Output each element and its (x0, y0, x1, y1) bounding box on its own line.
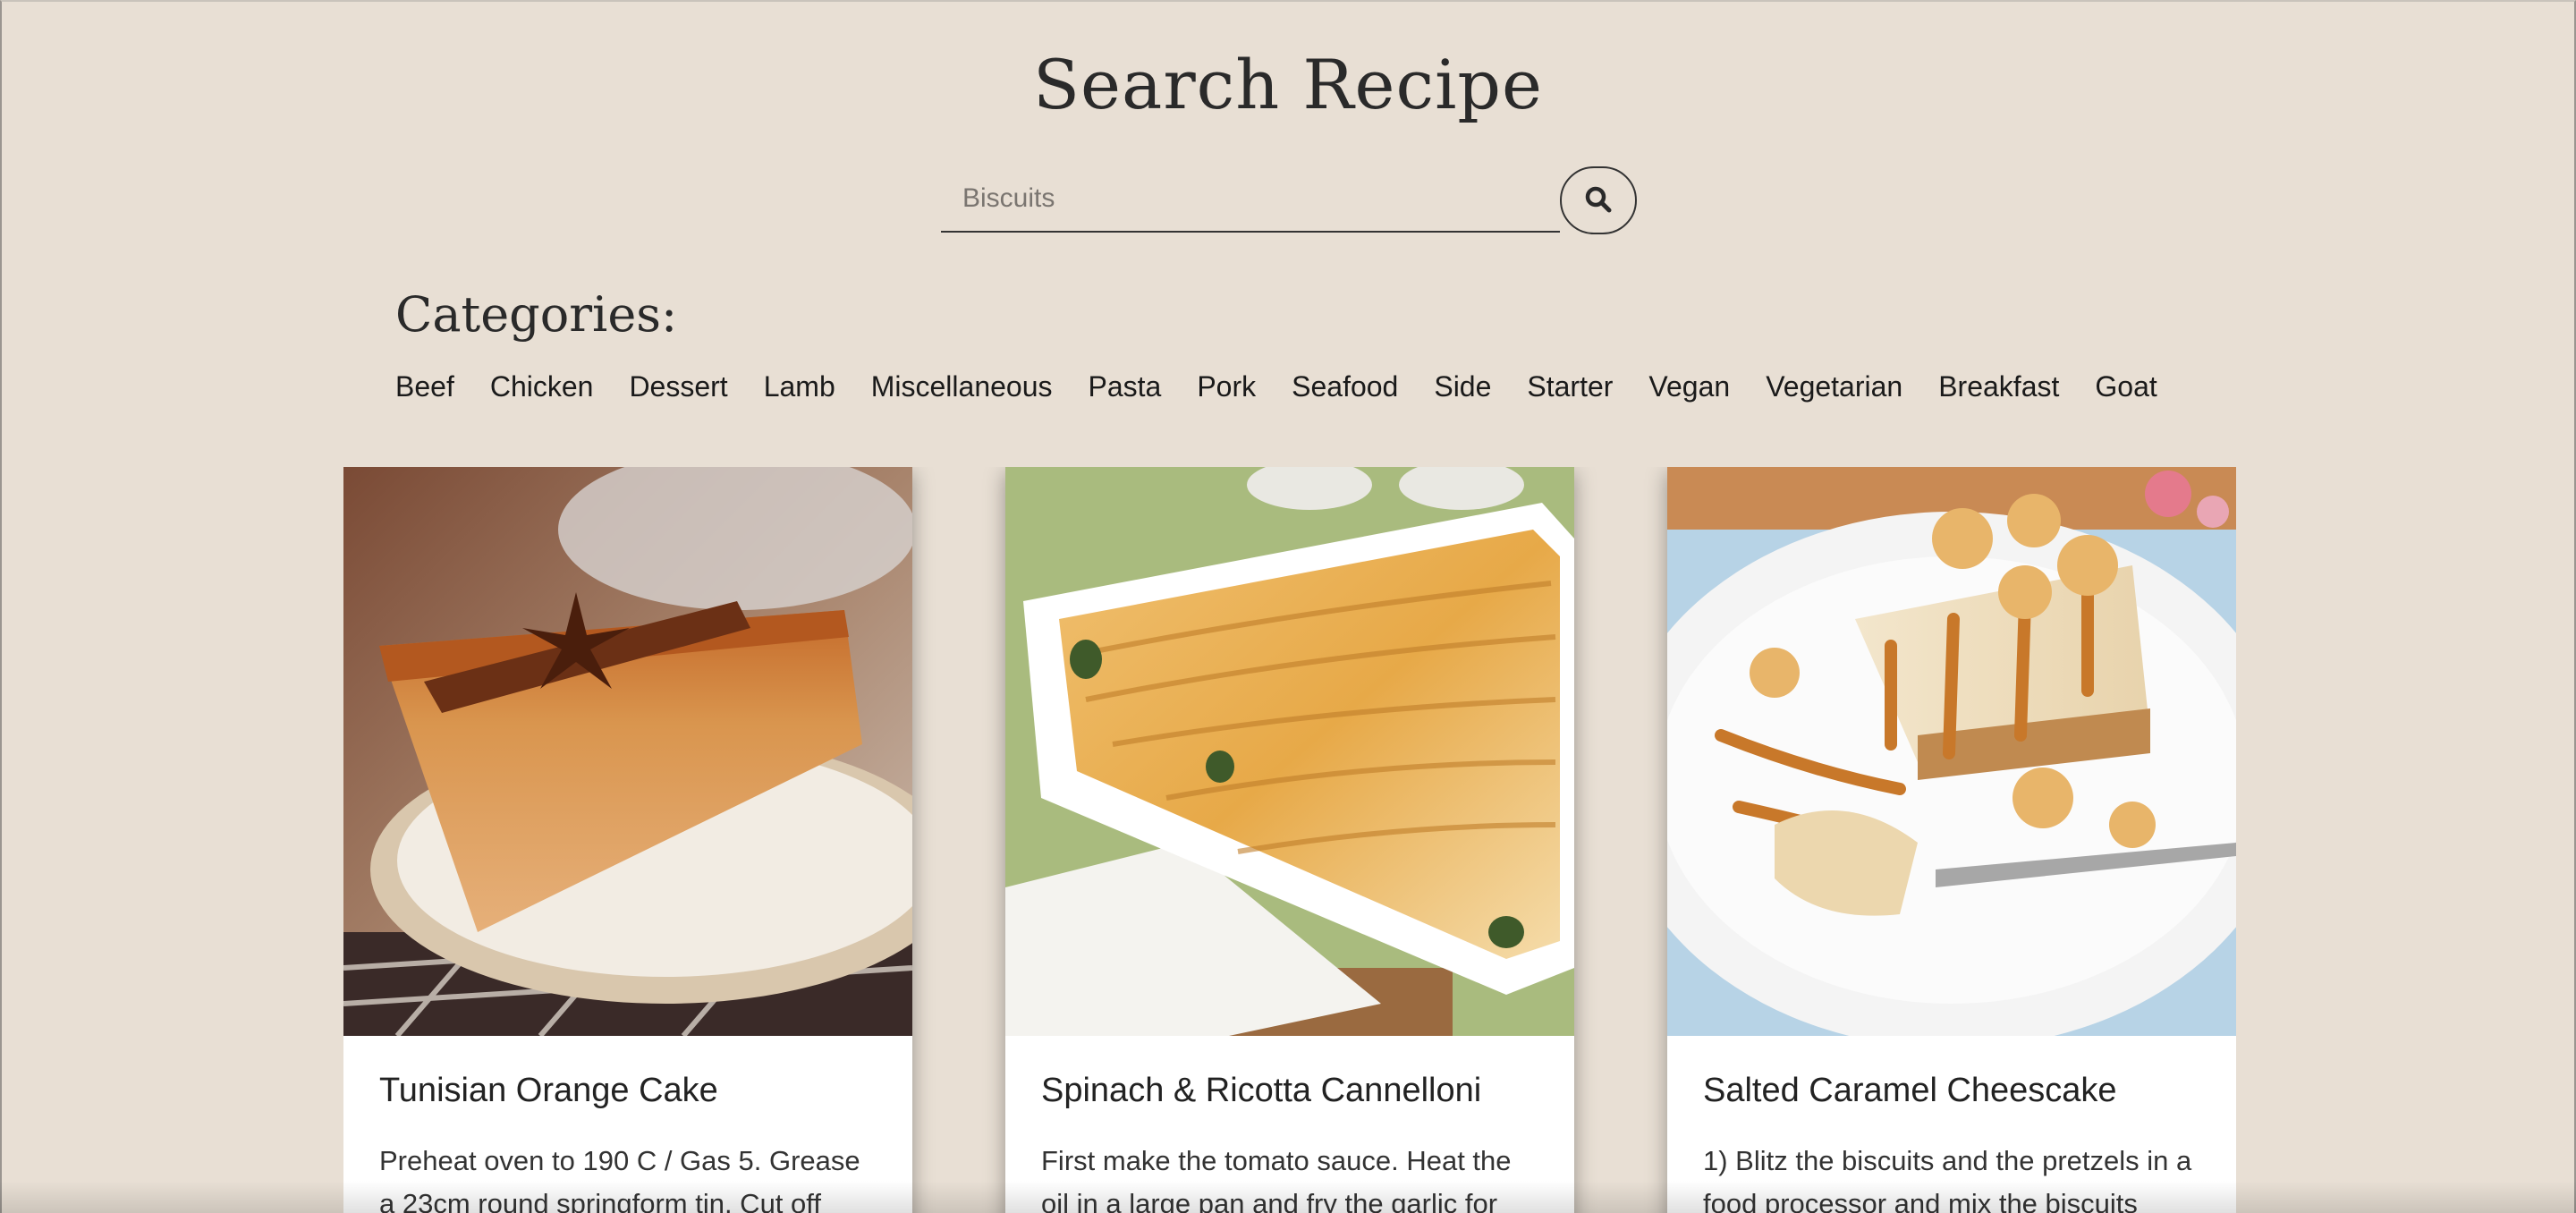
categories-list: Beef Chicken Dessert Lamb Miscellaneous … (395, 370, 2274, 403)
recipe-image-cannelloni (1005, 467, 1574, 1036)
category-pork[interactable]: Pork (1197, 370, 1256, 403)
category-miscellaneous[interactable]: Miscellaneous (871, 370, 1053, 403)
category-side[interactable]: Side (1434, 370, 1491, 403)
search-icon (1583, 184, 1614, 217)
category-chicken[interactable]: Chicken (490, 370, 594, 403)
category-vegetarian[interactable]: Vegetarian (1766, 370, 1902, 403)
categories-heading: Categories: (395, 286, 678, 343)
recipe-title[interactable]: Tunisian Orange Cake (379, 1072, 880, 1110)
recipe-card[interactable]: Salted Caramel Cheescake 1) Blitz the bi… (1667, 467, 2236, 1213)
category-lamb[interactable]: Lamb (764, 370, 835, 403)
search-input[interactable] (941, 166, 1560, 233)
recipe-card[interactable]: Tunisian Orange Cake Preheat oven to 190… (343, 467, 912, 1213)
category-starter[interactable]: Starter (1527, 370, 1613, 403)
category-vegan[interactable]: Vegan (1648, 370, 1730, 403)
category-dessert[interactable]: Dessert (629, 370, 727, 403)
page-title: Search Recipe (1032, 45, 1544, 124)
recipe-image-cheesecake (1667, 467, 2236, 1036)
recipe-description: Preheat oven to 190 C / Gas 5. Grease a … (379, 1145, 860, 1213)
category-breakfast[interactable]: Breakfast (1938, 370, 2059, 403)
search-button[interactable] (1560, 166, 1637, 234)
recipe-image-orange-cake (343, 467, 912, 1036)
recipe-description: 1) Blitz the biscuits and the pretzels i… (1703, 1145, 2192, 1213)
recipe-title[interactable]: Spinach & Ricotta Cannelloni (1041, 1072, 1542, 1110)
recipe-title[interactable]: Salted Caramel Cheescake (1703, 1072, 2204, 1110)
search-bar (941, 166, 1637, 234)
recipe-card-list: Tunisian Orange Cake Preheat oven to 190… (343, 467, 2236, 1213)
recipe-description: First make the tomato sauce. Heat the oi… (1041, 1145, 1512, 1213)
recipe-card[interactable]: Spinach & Ricotta Cannelloni First make … (1005, 467, 1574, 1213)
category-goat[interactable]: Goat (2095, 370, 2157, 403)
category-seafood[interactable]: Seafood (1292, 370, 1398, 403)
category-pasta[interactable]: Pasta (1089, 370, 1162, 403)
category-beef[interactable]: Beef (395, 370, 454, 403)
